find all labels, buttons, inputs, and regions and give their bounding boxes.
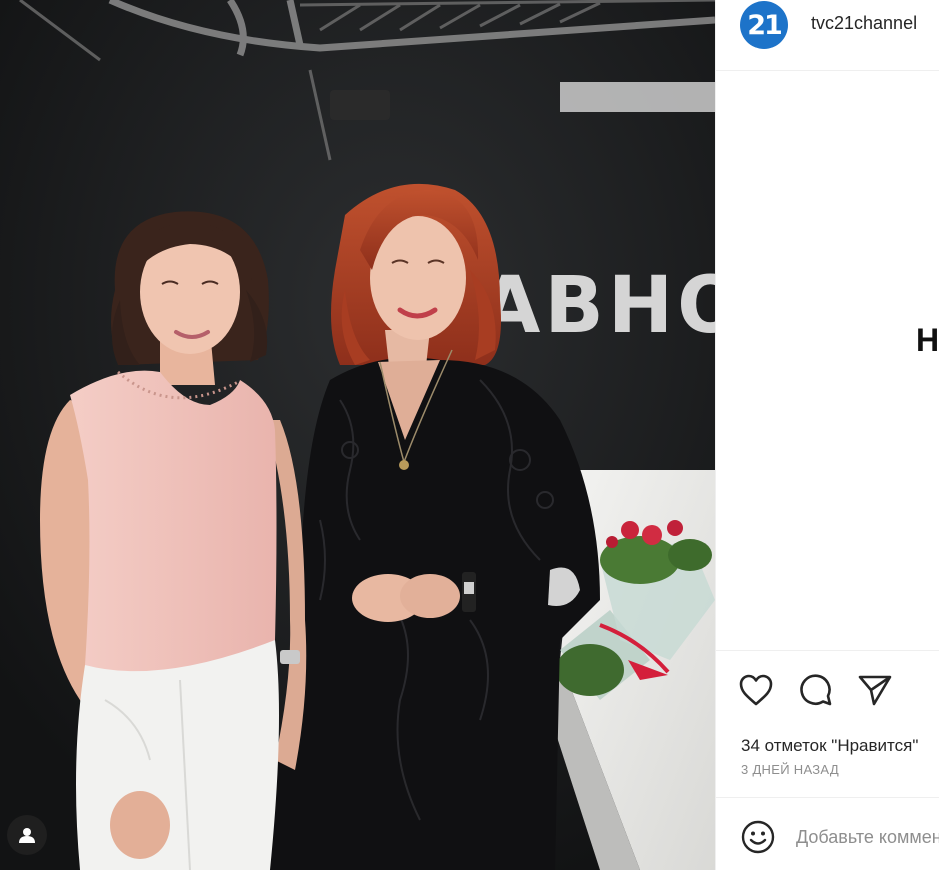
post-header: 21 tvc21channel <box>716 0 939 71</box>
likes-count[interactable]: 34 отметок "Нравится" <box>741 736 918 756</box>
divider <box>716 797 939 798</box>
heart-icon <box>739 674 773 706</box>
post-timestamp[interactable]: 3 ДНЕЙ НАЗАД <box>741 762 839 777</box>
emoji-button[interactable] <box>739 818 777 856</box>
share-button[interactable] <box>857 672 893 708</box>
avatar-logo-text: 21 <box>747 9 783 41</box>
caption-fragment: Н <box>916 322 939 358</box>
profile-avatar[interactable]: 21 <box>740 1 788 49</box>
comment-icon <box>800 674 832 706</box>
paper-plane-icon <box>858 675 892 706</box>
username-link[interactable]: tvc21channel <box>811 13 917 34</box>
comment-button[interactable] <box>798 672 834 708</box>
studio-sign: АВНО <box>480 261 715 351</box>
smiley-icon <box>741 820 775 854</box>
comment-input[interactable] <box>796 822 939 852</box>
like-button[interactable] <box>738 672 774 708</box>
instagram-post-view: АВНО 21 tvc21channel Н 34 отметок "Нрави… <box>0 0 939 870</box>
user-tag-icon <box>19 828 35 843</box>
divider <box>716 650 939 651</box>
photo-illustration: АВНО <box>0 0 715 870</box>
post-side-panel: 21 tvc21channel Н 34 отметок "Нравится" … <box>715 0 939 870</box>
user-tag-button[interactable] <box>7 815 47 855</box>
post-photo[interactable]: АВНО <box>0 0 715 870</box>
